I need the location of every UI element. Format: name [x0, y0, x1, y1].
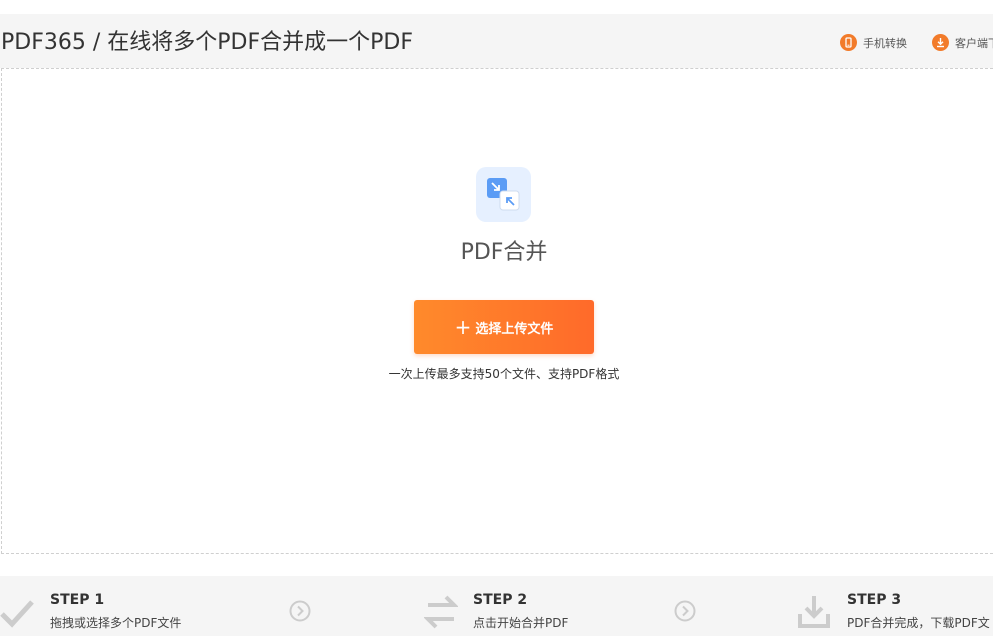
select-upload-file-button[interactable]: + 选择上传文件: [414, 300, 594, 354]
plus-icon: +: [454, 315, 472, 339]
upload-hint: 一次上传最多支持50个文件、支持PDF格式: [388, 367, 620, 381]
upload-button-label: 选择上传文件: [475, 321, 554, 337]
page-title: PDF365 / 在线将多个PDF合并成一个PDF: [1, 30, 413, 55]
phone-icon: [840, 34, 857, 51]
chevron-right-icon: [674, 600, 696, 626]
step-3-label: STEP 3: [847, 592, 902, 608]
mobile-convert-link[interactable]: 手机转换: [840, 34, 907, 51]
merge-icon: [476, 167, 531, 222]
step-2-label: STEP 2: [473, 592, 528, 608]
client-download-link[interactable]: 客户端下: [932, 34, 993, 51]
step-2: STEP 2 点击开始合并PDF: [423, 592, 684, 636]
check-icon: [0, 598, 34, 632]
tool-name: PDF合并: [460, 240, 548, 265]
client-download-label: 客户端下: [955, 36, 993, 50]
step-3: STEP 3 PDF合并完成，下载PDF文: [797, 592, 993, 636]
step-2-desc: 点击开始合并PDF: [473, 616, 569, 630]
chevron-right-icon: [289, 600, 311, 626]
download-tray-icon: [797, 594, 831, 634]
mobile-convert-label: 手机转换: [863, 36, 907, 50]
step-3-desc: PDF合并完成，下载PDF文: [847, 616, 990, 630]
header-bar: PDF365 / 在线将多个PDF合并成一个PDF 手机转换 客户端下: [0, 14, 993, 68]
steps-bar: STEP 1 拖拽或选择多个PDF文件 STEP 2 点击开始合并PDF STE…: [0, 576, 993, 636]
step-1-label: STEP 1: [50, 592, 105, 608]
step-1: STEP 1 拖拽或选择多个PDF文件: [0, 592, 260, 636]
download-icon: [932, 34, 949, 51]
step-1-desc: 拖拽或选择多个PDF文件: [50, 616, 182, 630]
swap-icon: [423, 594, 459, 634]
